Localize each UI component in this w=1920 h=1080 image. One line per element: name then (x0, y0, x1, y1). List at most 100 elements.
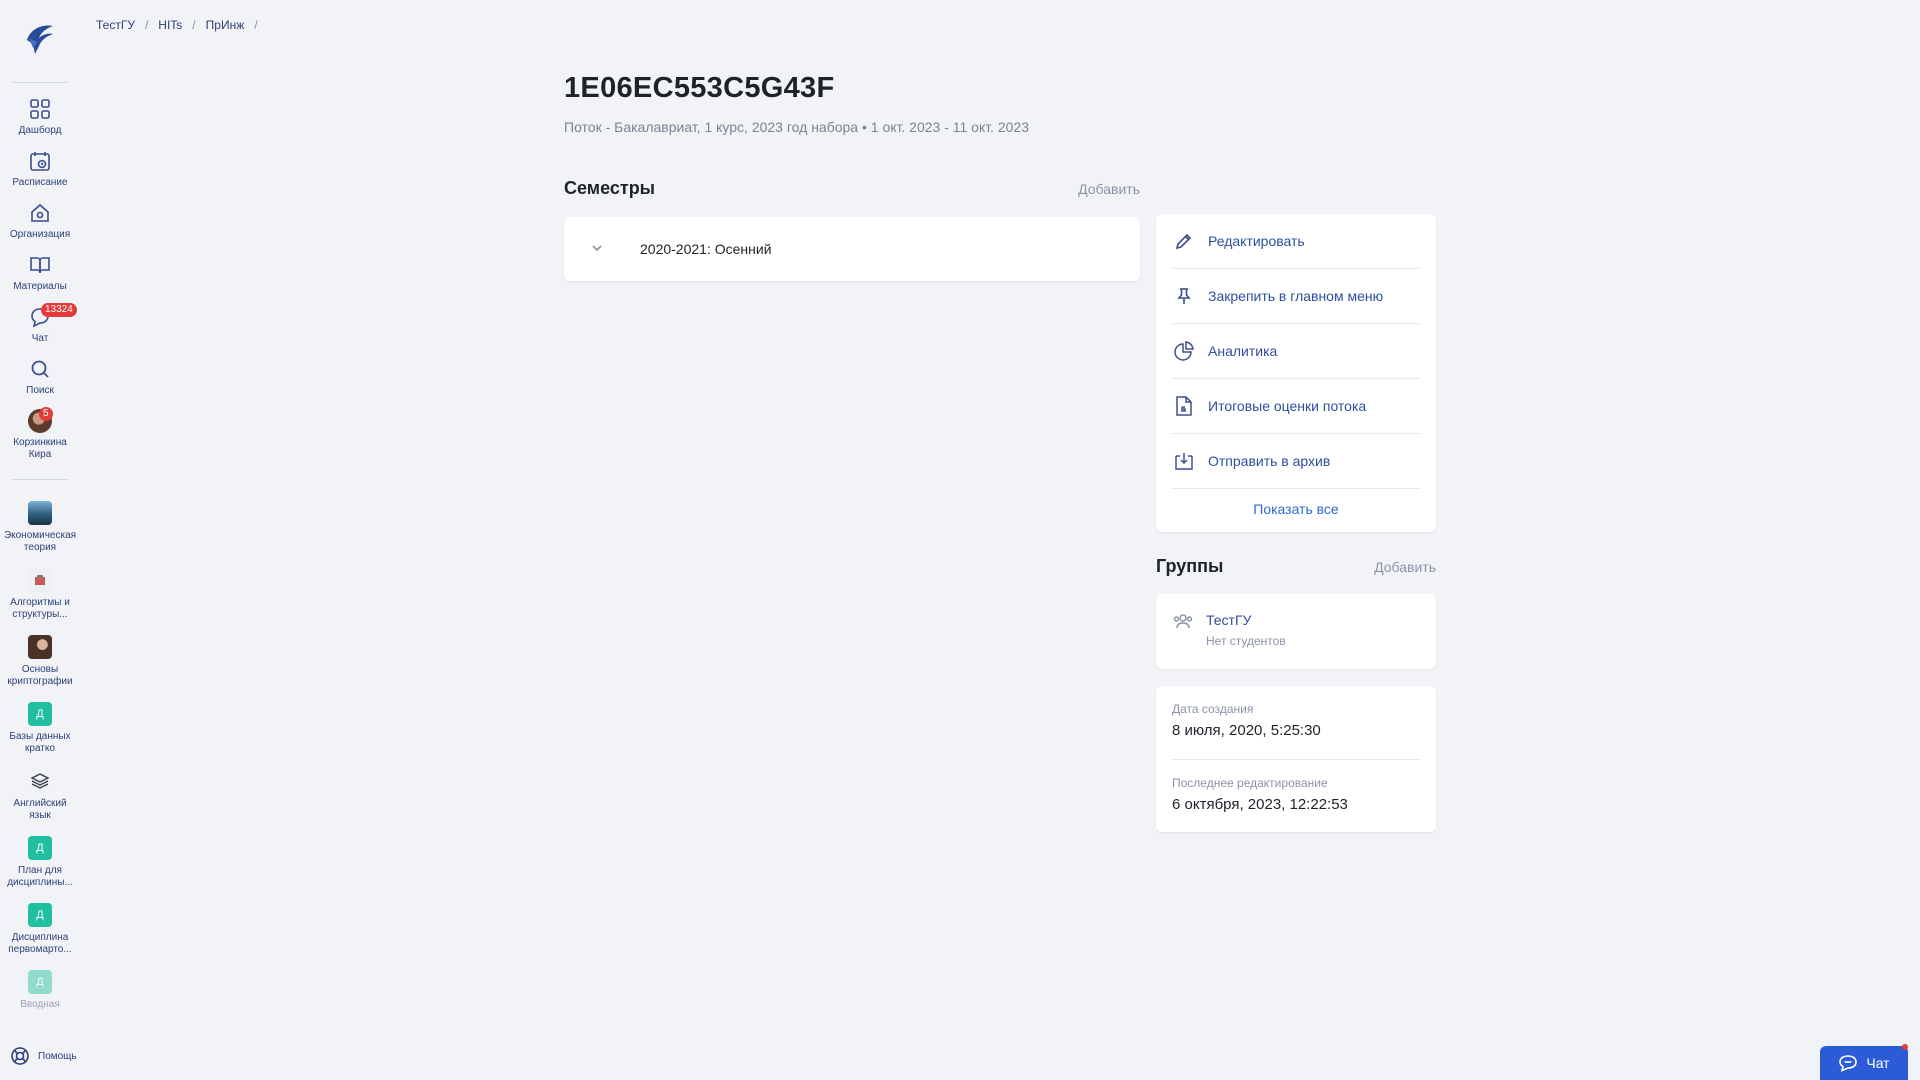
course-label: Вводная (20, 999, 60, 1010)
breadcrumb-item[interactable]: ТестГУ (96, 18, 135, 32)
course-item[interactable]: Английский язык (0, 762, 80, 829)
logo-icon (27, 25, 53, 54)
chat-button-label: Чат (1866, 1055, 1890, 1071)
chat-button[interactable]: Чат (1820, 1044, 1908, 1080)
action-label: Итоговые оценки потока (1208, 398, 1367, 414)
pin-icon (1172, 284, 1196, 308)
actions-card: Редактировать Закрепить в главном меню А… (1156, 214, 1436, 532)
nav-label: Организация (9, 229, 71, 240)
dashboard-icon (28, 97, 52, 121)
breadcrumb-item[interactable]: ПрИнж (206, 18, 245, 32)
group-row[interactable]: ТестГУ Нет студентов (1156, 594, 1436, 666)
course-item[interactable]: Основы криптографии (0, 628, 80, 695)
profile-badge: 5 (39, 407, 53, 421)
sidebar-divider (12, 479, 68, 480)
course-letter: Д (28, 702, 52, 726)
nav-label: Расписание (12, 177, 68, 188)
course-item[interactable]: Д Базы данных кратко (0, 695, 80, 762)
edit-action[interactable]: Редактировать (1172, 214, 1420, 269)
sidebar-divider (12, 82, 68, 83)
grades-action[interactable]: Итоговые оценки потока (1172, 379, 1420, 434)
action-label: Отправить в архив (1208, 453, 1331, 469)
chat-bubble-icon (1839, 1055, 1858, 1072)
course-label: План для дисциплины... (7, 865, 73, 888)
add-group-button[interactable]: Добавить (1374, 559, 1436, 575)
users-icon (1172, 612, 1196, 648)
course-item[interactable]: Алгоритмы и структуры... (0, 561, 80, 628)
created-value: 8 июля, 2020, 5:25:30 (1172, 722, 1321, 739)
breadcrumb-separator: / (192, 18, 196, 32)
action-label: Редактировать (1208, 233, 1305, 249)
logo[interactable] (20, 18, 60, 58)
course-image (28, 635, 52, 659)
groups-header: Группы Добавить (1156, 556, 1436, 577)
analytics-action[interactable]: Аналитика (1172, 324, 1420, 379)
page-title: 1E06EC553C5G43F (564, 72, 835, 104)
notification-dot (1902, 1044, 1908, 1050)
nav-label: Материалы (13, 281, 67, 292)
course-letter: Д (28, 970, 52, 994)
archive-action[interactable]: Отправить в архив (1172, 434, 1420, 489)
created-block: Дата создания 8 июля, 2020, 5:25:30 (1156, 686, 1436, 759)
nav-label: Чат (31, 333, 49, 344)
course-item[interactable]: Д План для дисциплины... (0, 829, 80, 896)
semester-label: 2020-2021: Осенний (640, 241, 772, 257)
pin-action[interactable]: Закрепить в главном меню (1172, 269, 1420, 324)
semesters-header: Семестры Добавить (564, 178, 1140, 199)
groups-title: Группы (1156, 556, 1224, 576)
nav-label: Корзинкина Кира (13, 437, 67, 460)
pie-chart-icon (1172, 339, 1196, 363)
course-label: Дисциплина первомарто... (8, 932, 72, 955)
course-label: Основы криптографии (7, 664, 73, 687)
nav-materials[interactable]: Материалы (0, 247, 80, 299)
breadcrumb: ТестГУ / HITs / ПрИнж / (96, 18, 258, 32)
grade-document-icon (1172, 394, 1196, 418)
calendar-icon (28, 149, 52, 173)
group-subtitle: Нет студентов (1206, 634, 1286, 648)
help-link[interactable]: Помощь (10, 1046, 77, 1066)
search-icon (28, 357, 52, 381)
help-label: Помощь (38, 1050, 77, 1062)
course-letter: Д (28, 836, 52, 860)
course-image (28, 568, 52, 592)
semesters-title: Семестры (564, 178, 656, 198)
course-item[interactable]: Экономическая теория (0, 494, 80, 561)
chat-badge: 13324 (41, 303, 77, 317)
add-semester-button[interactable]: Добавить (1078, 181, 1140, 197)
nav-search[interactable]: Поиск (0, 351, 80, 403)
nav-chat[interactable]: 13324 Чат (0, 299, 80, 351)
nav-label: Поиск (26, 385, 54, 396)
course-letter: Д (28, 903, 52, 927)
group-card[interactable]: ТестГУ Нет студентов (1156, 594, 1436, 669)
semester-row[interactable]: 2020-2021: Осенний (564, 217, 1140, 281)
sidebar: Дашборд Расписание Организация Материалы… (0, 0, 80, 1080)
book-icon (28, 253, 52, 277)
edited-label: Последнее редактирование (1172, 776, 1328, 790)
nav-dashboard[interactable]: Дашборд (0, 91, 80, 143)
nav-organization[interactable]: Организация (0, 195, 80, 247)
edited-value: 6 октября, 2023, 12:22:53 (1172, 796, 1348, 813)
action-label: Аналитика (1208, 343, 1278, 359)
course-label: Английский язык (13, 798, 67, 821)
action-label: Закрепить в главном меню (1208, 288, 1384, 304)
course-label: Экономическая теория (3, 530, 77, 553)
nav-profile[interactable]: 5 Корзинкина Кира (0, 403, 80, 467)
course-item[interactable]: Д Вводная (0, 963, 80, 1018)
breadcrumb-separator: / (254, 18, 258, 32)
pencil-icon (1172, 229, 1196, 253)
breadcrumb-item[interactable]: HITs (158, 18, 182, 32)
archive-icon (1172, 449, 1196, 473)
course-label: Базы данных кратко (9, 731, 71, 754)
organization-icon (28, 201, 52, 225)
edited-block: Последнее редактирование 6 октября, 2023… (1172, 759, 1420, 832)
chevron-down-icon (590, 241, 606, 258)
meta-card: Дата создания 8 июля, 2020, 5:25:30 Посл… (1156, 686, 1436, 832)
page-subtitle: Поток - Бакалавриат, 1 курс, 2023 год на… (564, 119, 1030, 135)
show-all-button[interactable]: Показать все (1156, 489, 1436, 529)
lifebuoy-icon (11, 1047, 29, 1065)
nav-schedule[interactable]: Расписание (0, 143, 80, 195)
course-item[interactable]: Д Дисциплина первомарто... (0, 896, 80, 963)
created-label: Дата создания (1172, 702, 1254, 716)
course-label: Алгоритмы и структуры... (10, 597, 70, 620)
layers-icon (28, 769, 52, 793)
